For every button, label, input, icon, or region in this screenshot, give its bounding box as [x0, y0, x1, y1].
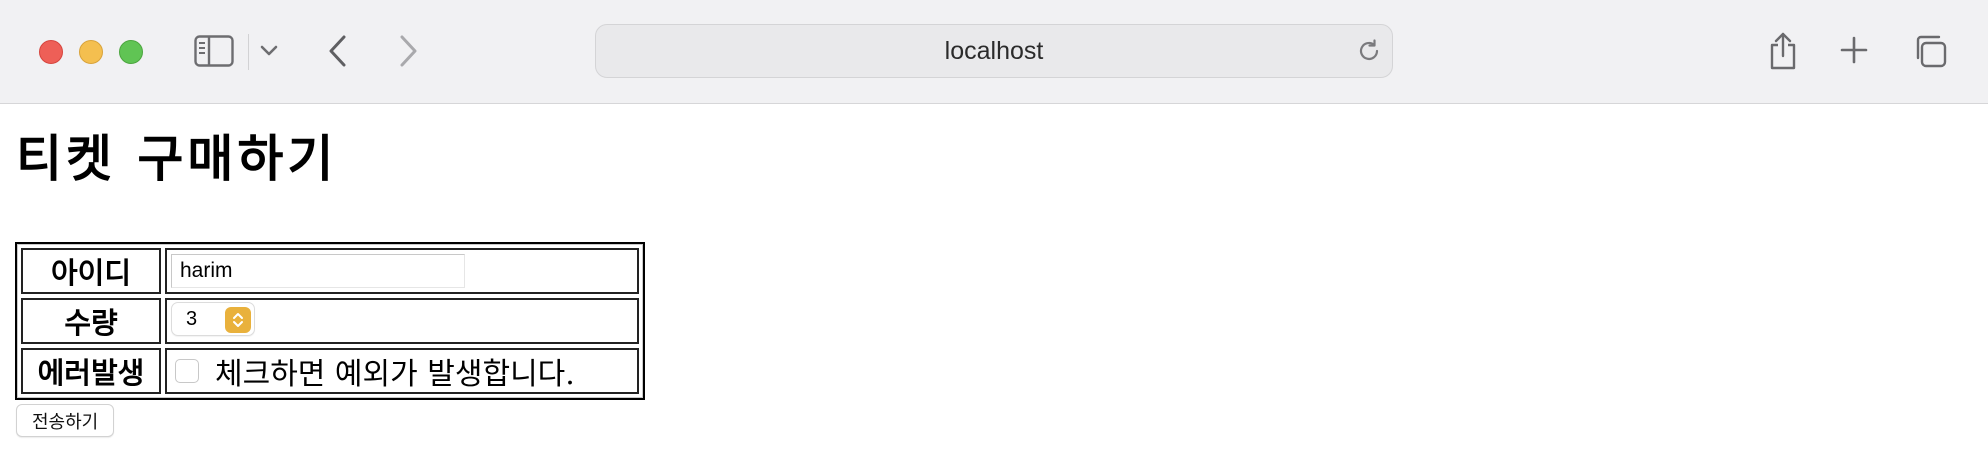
chevron-left-icon[interactable] — [322, 32, 352, 70]
quantity-select[interactable]: 3 — [171, 302, 255, 336]
error-cell: 체크하면 예외가 발생합니다. — [165, 348, 639, 394]
page-title: 티켓 구매하기 — [16, 129, 338, 188]
id-input[interactable] — [171, 254, 465, 288]
form-row-error: 에러발생 체크하면 예외가 발생합니다. — [21, 348, 639, 394]
id-label: 아이디 — [21, 248, 161, 294]
select-stepper-icon — [225, 307, 251, 333]
browser-toolbar: localhost — [0, 0, 1988, 104]
close-window-button[interactable] — [39, 40, 63, 64]
error-checkbox[interactable] — [175, 359, 199, 383]
reload-icon[interactable] — [1356, 38, 1382, 64]
chevron-down-icon[interactable] — [258, 40, 280, 62]
submit-button[interactable]: 전송하기 — [16, 404, 115, 437]
quantity-cell: 3 — [165, 298, 639, 344]
address-bar[interactable]: localhost — [595, 24, 1393, 78]
quantity-value: 3 — [186, 307, 198, 330]
share-icon[interactable] — [1766, 30, 1800, 72]
form-row-id: 아이디 — [21, 248, 639, 294]
sidebar-icon[interactable] — [194, 33, 234, 69]
chevron-right-icon[interactable] — [394, 32, 424, 70]
url-text: localhost — [944, 36, 1044, 65]
error-checkbox-label: 체크하면 예외가 발생합니다. — [215, 357, 575, 392]
tabs-icon[interactable] — [1912, 33, 1948, 69]
plus-icon[interactable] — [1838, 34, 1870, 66]
zoom-window-button[interactable] — [119, 40, 143, 64]
ticket-form-table: 아이디 수량 3 에러발생 — [15, 242, 645, 400]
form-row-quantity: 수량 3 — [21, 298, 639, 344]
minimize-window-button[interactable] — [79, 40, 103, 64]
page-content: 티켓 구매하기 아이디 수량 3 — [0, 104, 1988, 458]
error-label: 에러발생 — [21, 348, 161, 394]
toolbar-divider — [248, 34, 249, 70]
quantity-label: 수량 — [21, 298, 161, 344]
id-cell — [165, 248, 639, 294]
